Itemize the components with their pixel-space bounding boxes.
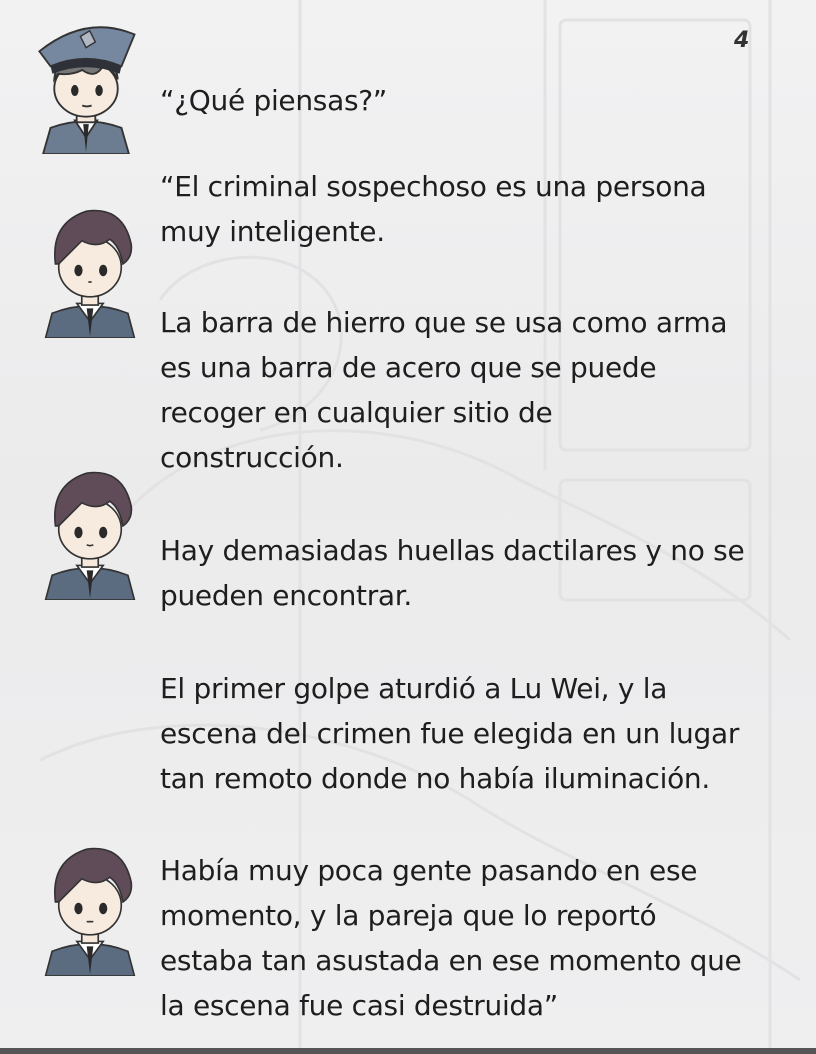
bottom-border — [0, 1048, 816, 1054]
dialogue-line-6: Había muy poca gente pasando en ese mome… — [160, 854, 742, 1022]
dialogue-line-3: La barra de hierro que se usa como arma … — [160, 306, 728, 474]
dialogue-line-2: “El criminal sospechoso es una persona m… — [160, 170, 707, 248]
detective-avatar — [44, 471, 136, 600]
dialogue-line-4: Hay demasiadas huellas dactilares y no s… — [160, 534, 745, 612]
page-number: 4 — [734, 28, 750, 53]
dialogue-line-5: El primer golpe aturdió a Lu Wei, y la e… — [160, 672, 740, 795]
detective-avatar — [44, 847, 136, 976]
police-officer-avatar — [38, 26, 136, 154]
detective-avatar — [44, 209, 136, 338]
dialogue-line-1: “¿Qué piensas?” — [160, 84, 388, 117]
